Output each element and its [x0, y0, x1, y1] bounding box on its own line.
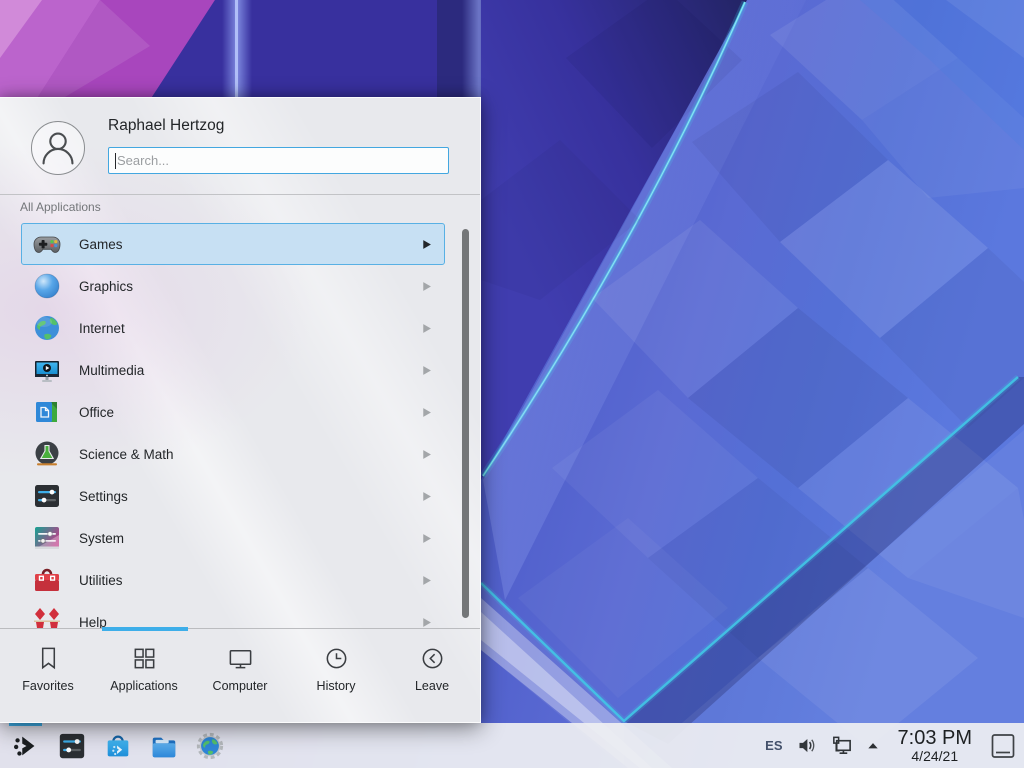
show-desktop-icon: [990, 732, 1016, 760]
sliders-icon: [31, 480, 63, 512]
system-sliders-icon: [31, 522, 63, 554]
file-manager-button[interactable]: [148, 730, 179, 761]
launcher-tab-bar: Favorites Applications Computer Histor: [0, 628, 480, 724]
menu-item-label: Utilities: [79, 573, 123, 588]
tab-label: History: [317, 679, 356, 693]
system-tray: ES 7:03 PM 4/24/21: [765, 728, 1024, 763]
web-browser-button[interactable]: [194, 730, 225, 761]
tab-label: Leave: [415, 679, 449, 693]
clock-date: 4/24/21: [898, 749, 972, 763]
submenu-arrow-icon: ▶: [423, 448, 431, 461]
show-desktop-button[interactable]: [990, 732, 1016, 760]
digital-clock[interactable]: 7:03 PM 4/24/21: [898, 728, 972, 763]
submenu-arrow-icon: ▶: [423, 532, 431, 545]
search-box[interactable]: [108, 147, 449, 174]
tab-computer[interactable]: Computer: [192, 629, 288, 724]
submenu-arrow-icon: ▶: [423, 616, 431, 628]
submenu-arrow-icon: ▶: [423, 322, 431, 335]
menu-item-label: Multimedia: [79, 363, 144, 378]
documents-icon: [31, 396, 63, 428]
wired-network-icon[interactable]: [830, 734, 853, 757]
menu-item-label: System: [79, 531, 124, 546]
menu-item-label: Internet: [79, 321, 125, 336]
kde-kickoff-icon: [11, 731, 41, 761]
gamepad-icon: [31, 228, 63, 260]
submenu-arrow-icon: ▶: [423, 238, 431, 251]
toolbox-icon: [31, 564, 63, 596]
menu-item-settings[interactable]: Settings ▶: [21, 475, 445, 517]
submenu-arrow-icon: ▶: [423, 280, 431, 293]
taskbar-pinned-apps: [0, 730, 225, 761]
scrollbar-thumb[interactable]: [462, 229, 469, 618]
tab-applications[interactable]: Applications: [96, 629, 192, 724]
submenu-arrow-icon: ▶: [423, 406, 431, 419]
system-settings-icon: [57, 731, 87, 761]
menu-item-utilities[interactable]: Utilities ▶: [21, 559, 445, 601]
text-cursor: [115, 153, 116, 169]
menu-item-internet[interactable]: Internet ▶: [21, 307, 445, 349]
tab-leave[interactable]: Leave: [384, 629, 480, 724]
expand-tray-icon[interactable]: [866, 739, 880, 753]
discover-button[interactable]: [102, 730, 133, 761]
taskbar: ES 7:03 PM 4/24/21: [0, 723, 1024, 768]
menu-item-graphics[interactable]: Graphics ▶: [21, 265, 445, 307]
globe-icon: [31, 312, 63, 344]
menu-item-office[interactable]: Office ▶: [21, 391, 445, 433]
help-icon: [31, 606, 63, 628]
menu-item-label: Graphics: [79, 279, 133, 294]
tab-label: Applications: [110, 679, 177, 693]
bookmark-icon: [35, 645, 62, 672]
volume-icon[interactable]: [796, 735, 817, 756]
system-settings-button[interactable]: [56, 730, 87, 761]
flask-icon: [31, 438, 63, 470]
folder-icon: [149, 731, 179, 761]
section-label: All Applications: [20, 200, 101, 214]
category-list: Games ▶ Graphics ▶ Internet ▶: [21, 223, 445, 628]
discover-bag-icon: [103, 731, 133, 761]
submenu-arrow-icon: ▶: [423, 364, 431, 377]
user-icon: [32, 121, 84, 175]
tab-history[interactable]: History: [288, 629, 384, 724]
menu-item-label: Settings: [79, 489, 128, 504]
menu-item-help[interactable]: Help ▶: [21, 601, 445, 628]
sphere-icon: [31, 270, 63, 302]
menu-item-label: Help: [79, 615, 107, 629]
search-input[interactable]: [109, 148, 448, 173]
keyboard-layout-indicator[interactable]: ES: [765, 738, 782, 753]
monitor-play-icon: [31, 354, 63, 386]
tab-label: Favorites: [22, 679, 73, 693]
tab-favorites[interactable]: Favorites: [0, 629, 96, 724]
menu-item-label: Office: [79, 405, 114, 420]
menu-item-science-math[interactable]: Science & Math ▶: [21, 433, 445, 475]
submenu-arrow-icon: ▶: [423, 490, 431, 503]
computer-icon: [227, 645, 254, 672]
clock-time: 7:03 PM: [898, 728, 972, 748]
clock-icon: [323, 645, 350, 672]
menu-item-system[interactable]: System ▶: [21, 517, 445, 559]
header-separator: [0, 194, 480, 195]
menu-item-games[interactable]: Games ▶: [21, 223, 445, 265]
grid-icon: [131, 645, 158, 672]
submenu-arrow-icon: ▶: [423, 574, 431, 587]
leave-icon: [419, 645, 446, 672]
tab-label: Computer: [213, 679, 268, 693]
menu-item-multimedia[interactable]: Multimedia ▶: [21, 349, 445, 391]
avatar[interactable]: [31, 121, 85, 175]
menu-item-label: Games: [79, 237, 123, 252]
menu-item-label: Science & Math: [79, 447, 174, 462]
app-launcher-button[interactable]: [10, 730, 41, 761]
globe-gear-icon: [195, 731, 225, 761]
user-name: Raphael Hertzog: [108, 117, 224, 135]
application-launcher-panel: Raphael Hertzog All Applications Games ▶: [0, 97, 481, 723]
